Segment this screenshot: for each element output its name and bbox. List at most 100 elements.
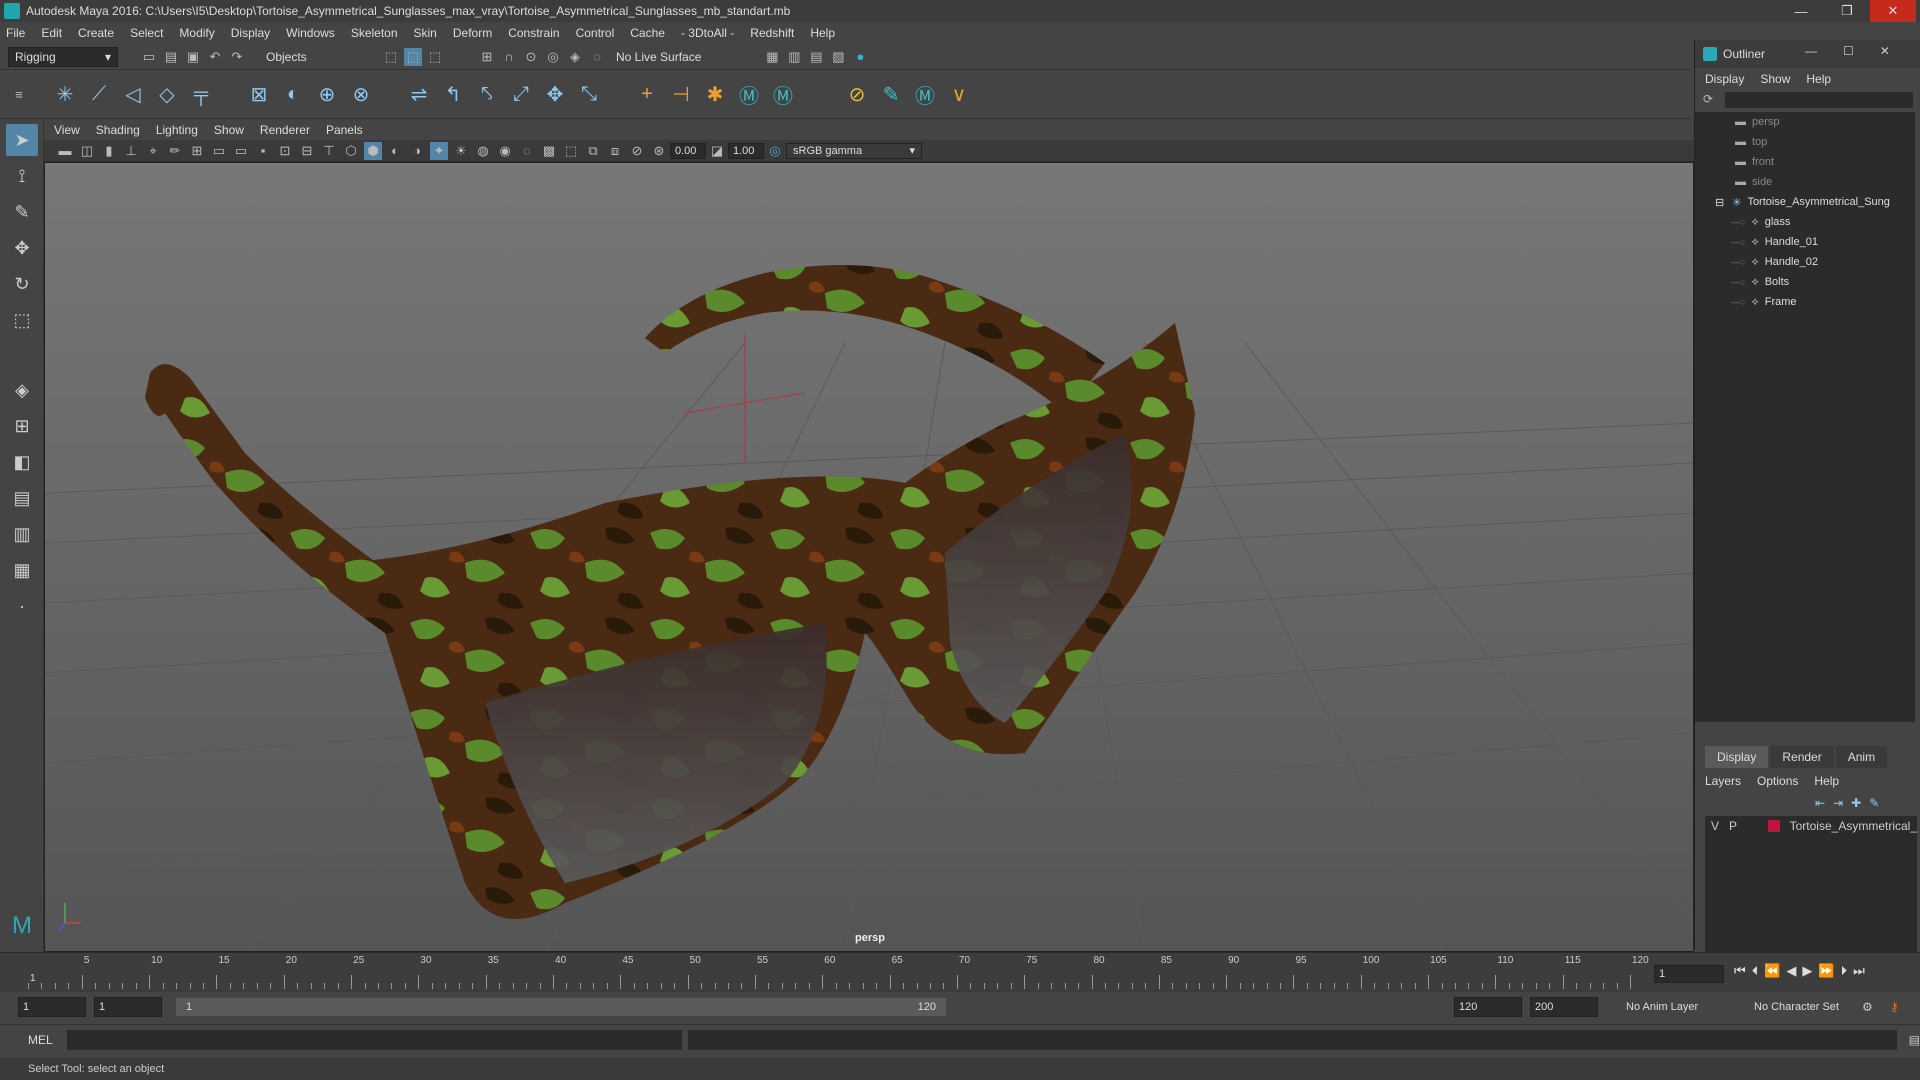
- select-component-icon[interactable]: ⬚: [426, 48, 444, 66]
- undo-icon[interactable]: ↶: [206, 48, 224, 66]
- temple-back[interactable]: [645, 265, 1105, 413]
- outliner-menu-item[interactable]: Display: [1705, 72, 1744, 86]
- menu-item[interactable]: Skeleton: [351, 26, 398, 40]
- outliner-child-row[interactable]: —○ ⟡ Frame: [1695, 292, 1915, 312]
- snap-view-icon[interactable]: ◎: [544, 48, 562, 66]
- menu-item[interactable]: Windows: [286, 26, 335, 40]
- outliner-camera-row[interactable]: ▬ persp: [1695, 112, 1915, 132]
- cluster-icon[interactable]: ⇌: [404, 80, 434, 110]
- depth-of-field-icon[interactable]: ▩: [540, 142, 558, 160]
- minimize-button[interactable]: —: [1778, 0, 1824, 22]
- smooth-shade-icon[interactable]: ⬢: [364, 141, 382, 160]
- scale-tool-icon[interactable]: ⬚: [6, 304, 38, 336]
- select-tool-icon[interactable]: ➤: [6, 124, 38, 156]
- render-settings-icon[interactable]: ▧: [829, 48, 847, 66]
- outliner-search-input[interactable]: [1725, 92, 1913, 108]
- redo-icon[interactable]: ↷: [228, 48, 246, 66]
- layer-menu-item[interactable]: Options: [1757, 774, 1798, 788]
- new-scene-icon[interactable]: ▭: [140, 48, 158, 66]
- panel-menu-item[interactable]: Lighting: [156, 123, 198, 137]
- anim-layer-dropdown[interactable]: No Anim Layer: [1626, 1001, 1698, 1013]
- range-start-field[interactable]: 1: [18, 997, 86, 1017]
- outliner-close-icon[interactable]: ✕: [1880, 44, 1890, 58]
- save-scene-icon[interactable]: ▣: [184, 48, 202, 66]
- paint-weights-icon[interactable]: ⊕: [312, 80, 342, 110]
- tangent-constraint-icon[interactable]: ∨: [944, 80, 974, 110]
- gamma-icon[interactable]: ◪: [708, 142, 726, 160]
- screen-ao-icon[interactable]: ◍: [474, 142, 492, 160]
- menu-item[interactable]: Constrain: [508, 26, 559, 40]
- collapse-icon[interactable]: ⊟: [1715, 196, 1724, 209]
- ik-spline-icon[interactable]: ◁: [118, 80, 148, 110]
- exposure-icon[interactable]: ⊛: [650, 142, 668, 160]
- menu-item[interactable]: - 3DtoAll -: [681, 26, 734, 40]
- rotate-tool-icon[interactable]: ↻: [6, 268, 38, 300]
- use-lights-icon[interactable]: ✦: [430, 141, 448, 160]
- select-object-icon[interactable]: ⬚: [404, 47, 422, 66]
- live-surface-label[interactable]: No Live Surface: [616, 50, 701, 64]
- shelf-menu-icon[interactable]: ≡: [10, 86, 28, 104]
- playback-end-field[interactable]: 120: [1454, 997, 1522, 1017]
- sculpt-icon[interactable]: ✥: [540, 80, 570, 110]
- geometry-constraint-icon[interactable]: ✎: [876, 80, 906, 110]
- layer-row[interactable]: V P Tortoise_Asymmetrical_: [1705, 816, 1917, 836]
- menu-item[interactable]: Skin: [414, 26, 437, 40]
- snap-point-icon[interactable]: ⊙: [522, 48, 540, 66]
- outliner-menu-item[interactable]: Help: [1806, 72, 1831, 86]
- menu-item[interactable]: Deform: [453, 26, 492, 40]
- outliner-camera-row[interactable]: ▬ front: [1695, 152, 1915, 172]
- wireframe-icon[interactable]: ⬡: [342, 142, 360, 160]
- panel-menu-item[interactable]: Renderer: [260, 123, 310, 137]
- ipr-render-icon[interactable]: ▤: [807, 48, 825, 66]
- layout-side-icon[interactable]: ◧: [6, 446, 38, 478]
- blend-shape-icon[interactable]: ⤣: [472, 80, 502, 110]
- resolution-gate-icon[interactable]: ▭: [232, 142, 250, 160]
- menu-item[interactable]: Redshift: [750, 26, 794, 40]
- soft-select-icon[interactable]: ◈: [6, 374, 38, 406]
- bind-skin-icon[interactable]: ⊠: [244, 80, 274, 110]
- close-button[interactable]: ✕: [1870, 0, 1916, 22]
- panel-menu-item[interactable]: View: [54, 123, 80, 137]
- smooth-bind-icon[interactable]: ◐: [278, 80, 308, 110]
- color-management-icon[interactable]: ◎: [766, 142, 784, 160]
- menu-item[interactable]: Select: [130, 26, 163, 40]
- viewport-persp[interactable]: persp: [44, 162, 1694, 952]
- outliner-camera-row[interactable]: ▬ side: [1695, 172, 1915, 192]
- gamma-field[interactable]: 1.00: [728, 142, 764, 159]
- outliner-child-row[interactable]: —○ ⟡ Bolts: [1695, 272, 1915, 292]
- range-slider-bar[interactable]: 1 120: [176, 998, 946, 1016]
- character-set-dropdown[interactable]: No Character Set: [1754, 1001, 1839, 1013]
- layout-outliner-icon[interactable]: ▤: [6, 482, 38, 514]
- layer-playback-toggle[interactable]: P: [1729, 819, 1737, 833]
- menu-item[interactable]: Edit: [41, 26, 62, 40]
- orient-constraint-icon[interactable]: ✱: [700, 80, 730, 110]
- outliner-minimize-icon[interactable]: —: [1805, 44, 1817, 58]
- menu-item[interactable]: Control: [576, 26, 615, 40]
- mirror-joint-icon[interactable]: ╤: [186, 80, 216, 110]
- menu-item[interactable]: Cache: [630, 26, 665, 40]
- menu-item[interactable]: Create: [78, 26, 114, 40]
- anti-alias-icon[interactable]: ◌: [518, 142, 536, 160]
- parent-constraint-icon[interactable]: Ⓜ: [734, 80, 764, 110]
- camera-attrs-icon[interactable]: ◫: [78, 142, 96, 160]
- wireframe-on-shaded-icon[interactable]: ◐: [386, 142, 404, 160]
- bookmark-icon[interactable]: ▮: [100, 142, 118, 160]
- layer-visibility-toggle[interactable]: V: [1711, 819, 1719, 833]
- lattice-icon[interactable]: ⊗: [346, 80, 376, 110]
- outliner-child-row[interactable]: —○ ⟡ Handle_01: [1695, 232, 1915, 252]
- range-end-field[interactable]: 200: [1530, 997, 1598, 1017]
- snap-live-icon[interactable]: ◌: [588, 48, 606, 66]
- layer-tab[interactable]: Display: [1705, 746, 1769, 768]
- go-to-start-icon[interactable]: ⏮: [1734, 963, 1746, 979]
- time-slider[interactable]: 1 5 10 15 20 25 30 35 40 45 50 55 60 65 70 75 80 85 90 95 10…: [0, 952, 1920, 992]
- toolbox-more-icon[interactable]: ·: [6, 590, 38, 622]
- outliner-menu-item[interactable]: Show: [1760, 72, 1790, 86]
- outliner-child-row[interactable]: —○ ⟡ Handle_02: [1695, 252, 1915, 272]
- open-scene-icon[interactable]: ▤: [162, 48, 180, 66]
- ik-handle-icon[interactable]: ⟋: [84, 80, 114, 110]
- motion-blur-icon[interactable]: ◉: [496, 142, 514, 160]
- menu-item[interactable]: Modify: [179, 26, 214, 40]
- panel-menu-item[interactable]: Shading: [96, 123, 140, 137]
- outliner-camera-row[interactable]: ▬ top: [1695, 132, 1915, 152]
- xray-joints-icon[interactable]: ⧈: [606, 142, 624, 160]
